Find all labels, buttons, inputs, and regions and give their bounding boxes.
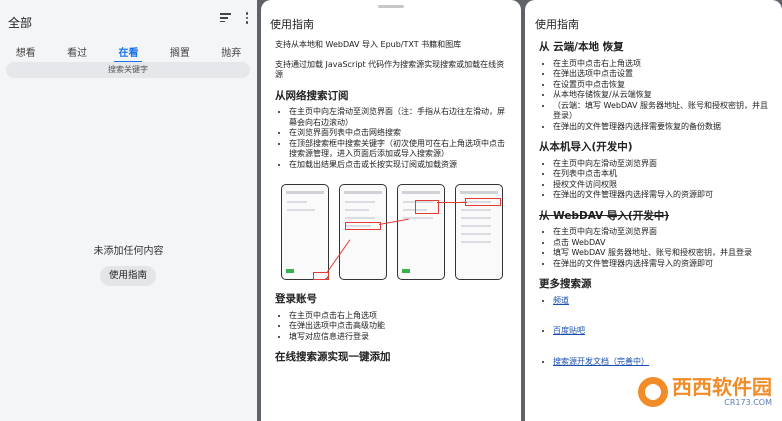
list-item: 在主页中向左滑动至浏览界面: [553, 227, 773, 238]
highlight-box: [345, 222, 381, 230]
list-item: 填写对应信息进行登录: [289, 332, 511, 343]
list-item: 从本地存储恢复/从云端恢复: [553, 90, 773, 101]
intro-text: 支持从本地和 WebDAV 导入 Epub/TXT 书籍和图库: [275, 40, 462, 49]
more-options-icon[interactable]: [245, 12, 249, 24]
phone-mockup: [397, 184, 445, 280]
link-baidu-tieba[interactable]: 百度贴吧: [553, 326, 585, 335]
list-item: 在设置页中点击恢复: [553, 80, 773, 91]
tab-watched[interactable]: 看过: [63, 44, 91, 59]
list-item: 在列表中点击本机: [553, 169, 773, 180]
list-item: 在弹出的文件管理器内选择需要恢复的备份数据: [553, 122, 773, 133]
list-item: 在主页中点击右上角选项: [553, 59, 773, 70]
section-heading: 更多搜索源: [539, 278, 592, 290]
tab-on-hold[interactable]: 搁置: [166, 44, 194, 59]
highlight-box: [415, 200, 439, 214]
watermark-logo-icon: [638, 376, 668, 407]
watermark-text: 西西软件园: [672, 375, 772, 399]
list-item: 在主页中点击右上角选项: [289, 311, 511, 322]
intro-text: 支持通过加载 JavaScript 代码作为搜索源实现搜索或加载在线资源: [275, 59, 505, 80]
sort-icon[interactable]: [220, 13, 231, 23]
list-item: 授权文件访问权限: [553, 180, 773, 191]
list-item: 在弹出的文件管理器内选择需导入的资源即可: [553, 259, 773, 270]
list-item: 在弹出选项中点击设置: [553, 69, 773, 80]
guide-title: 使用指南: [270, 18, 314, 31]
guide-title: 使用指南: [535, 18, 579, 31]
list-item: 在浏览界面列表中点击网络搜索: [289, 128, 511, 139]
tab-want[interactable]: 想看: [12, 44, 40, 59]
list-item: 在加载出结果后点击或长按实现订阅或加载资源: [289, 160, 511, 171]
list-item: 在弹出的文件管理器内选择需导入的资源即可: [553, 190, 773, 201]
phone-mockup: [339, 184, 387, 280]
guide-content: 从 云端/本地 恢复 在主页中点击右上角选项 在弹出选项中点击设置 在设置页中点…: [539, 40, 773, 373]
list-item: （云端：填写 WebDAV 服务器地址、账号和授权密钥，并且登录）: [553, 101, 773, 122]
sheet-drag-handle[interactable]: [378, 5, 404, 8]
highlight-box: [465, 198, 501, 206]
library-title: 全部: [8, 16, 33, 30]
watermark-url: CR173.COM: [724, 398, 772, 407]
highlight-box: [313, 272, 329, 280]
guide-content: 支持从本地和 WebDAV 导入 Epub/TXT 书籍和图库 支持通过加载 J…: [275, 40, 511, 369]
link-dev-docs[interactable]: 搜索源开发文档（完善中）: [553, 357, 649, 366]
library-panel: 全部 想看 看过 在看 搁置 抛弃 搜索关键字 未添加任何内容 使用指南: [0, 0, 257, 421]
section-heading: 从 云端/本地 恢复: [539, 41, 624, 53]
list-item: 在主页中向左滑动至浏览界面（注：手指从右边往左滑动，屏幕会向右边滚动）: [289, 107, 511, 128]
section-heading: 从本机导入(开发中): [539, 141, 633, 153]
empty-state-text: 未添加任何内容: [93, 246, 164, 257]
highlight-arrow: [437, 202, 467, 203]
list-item: 点击 WebDAV: [553, 238, 773, 249]
tutorial-screenshots: [275, 180, 505, 284]
watermark: 西西软件园 CR173.COM: [638, 376, 772, 407]
section-heading: 登录账号: [275, 293, 317, 305]
phone-mockup: [281, 184, 329, 280]
list-item: 在主页中向左滑动至浏览界面: [553, 159, 773, 170]
guide-sheet-1: 使用指南 支持从本地和 WebDAV 导入 Epub/TXT 书籍和图库 支持通…: [261, 0, 521, 421]
section-heading: 从网络搜索订阅: [275, 89, 349, 102]
list-item: 填写 WebDAV 服务器地址、账号和授权密钥，并且登录: [553, 248, 773, 259]
guide-sheet-2: 使用指南 从 云端/本地 恢复 在主页中点击右上角选项 在弹出选项中点击设置 在…: [525, 0, 782, 421]
status-tabs: 想看 看过 在看 搁置 抛弃: [0, 44, 257, 63]
link-channels[interactable]: 频道: [553, 296, 569, 305]
section-heading: 从 WebDAV 导入(开发中): [539, 209, 670, 222]
user-guide-button[interactable]: 使用指南: [100, 266, 156, 286]
section-heading: 在线搜索源实现一键添加: [275, 351, 391, 363]
library-header: 全部: [8, 12, 249, 32]
tab-dropped[interactable]: 抛弃: [217, 44, 245, 59]
list-item: 在弹出选项中点击高级功能: [289, 321, 511, 332]
list-item: 在顶部搜索框中搜索关键字（初次使用可在右上角选项中点击搜索源管理，进入页面后添加…: [289, 139, 511, 160]
search-input[interactable]: 搜索关键字: [6, 62, 250, 78]
tab-watching[interactable]: 在看: [114, 44, 143, 63]
